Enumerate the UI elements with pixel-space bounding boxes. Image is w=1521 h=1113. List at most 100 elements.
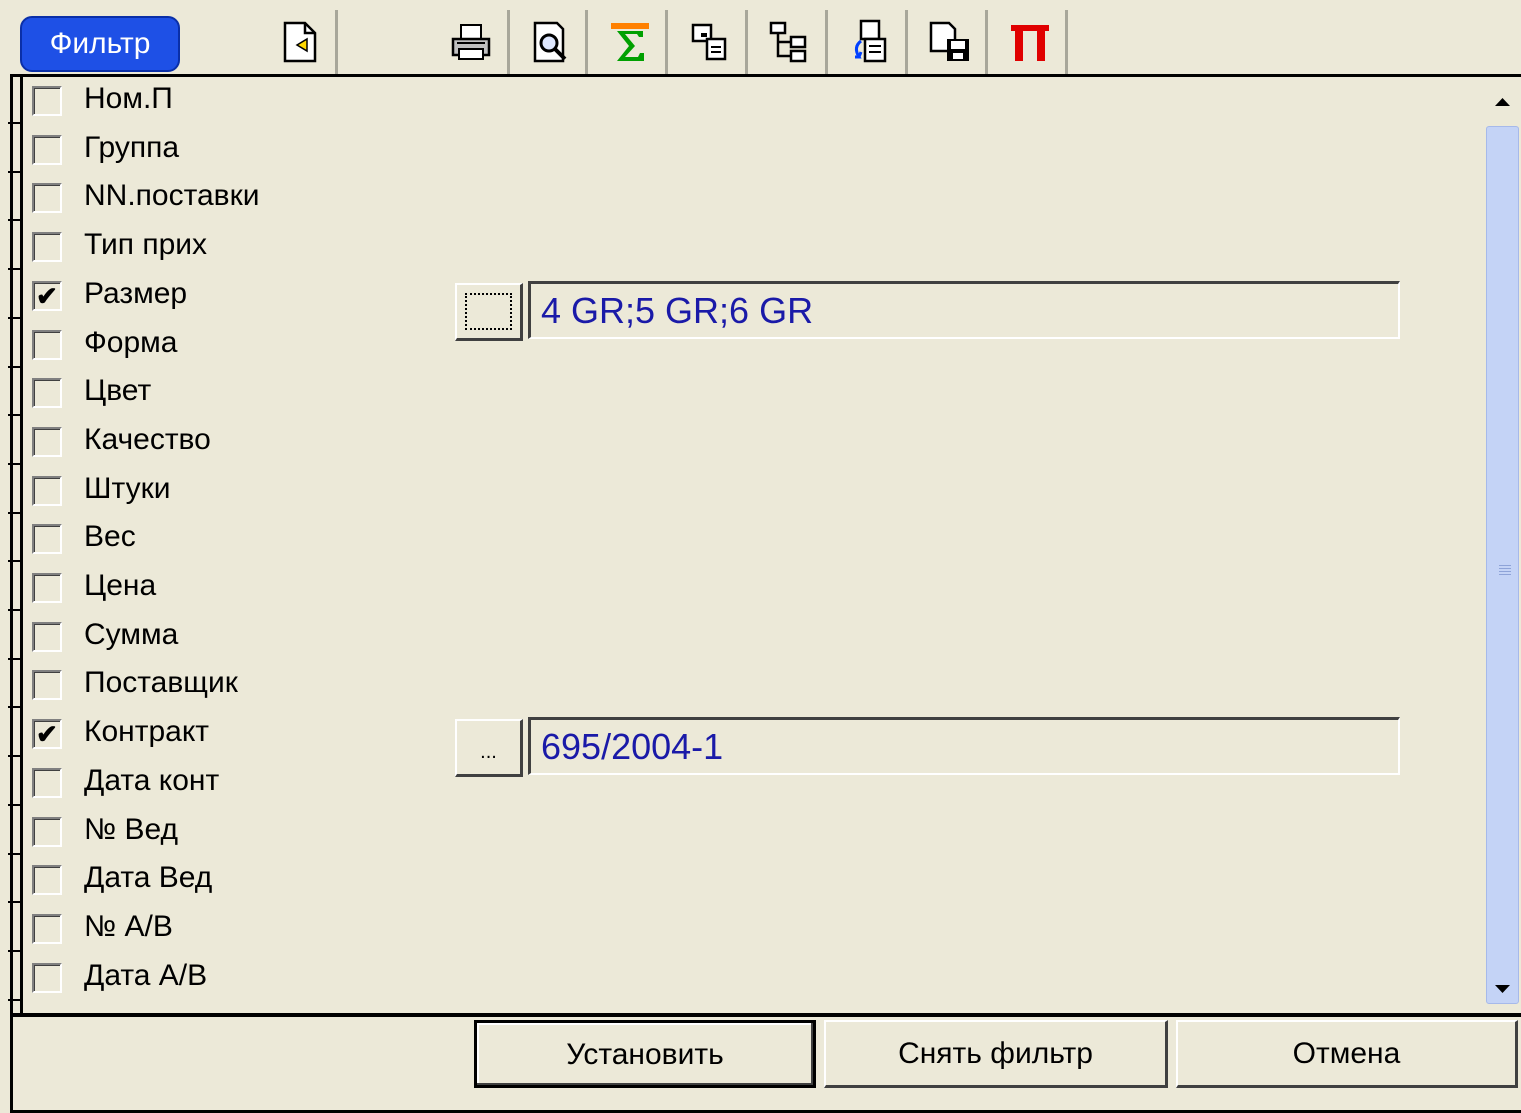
frame-tick — [8, 804, 22, 806]
frame-tick — [8, 366, 22, 368]
frame-tick — [8, 171, 22, 173]
frame-tick — [8, 317, 22, 319]
print-icon — [451, 24, 490, 60]
set-button[interactable]: Установить — [474, 1020, 816, 1088]
field-row[interactable]: Дата Вед — [28, 857, 448, 903]
field-label: Вес — [84, 520, 136, 553]
field-row[interactable]: Поставщик — [28, 662, 448, 708]
filter-button[interactable]: Фильтр — [20, 16, 180, 72]
field-checkbox[interactable] — [32, 183, 62, 213]
vertical-scrollbar[interactable] — [1484, 78, 1521, 1013]
field-row[interactable]: Качество — [28, 419, 448, 465]
tree-icon — [769, 21, 806, 63]
new-document-button[interactable] — [264, 10, 338, 74]
focus-rect — [465, 293, 512, 330]
field-row[interactable]: NN.поставки — [28, 175, 448, 221]
field-row[interactable]: № А/В — [28, 906, 448, 952]
field-label: Группа — [84, 131, 180, 164]
field-row[interactable]: Цвет — [28, 370, 448, 416]
field-checkbox[interactable] — [32, 865, 62, 895]
cancel-button[interactable]: Отмена — [1176, 1020, 1518, 1088]
field-checkbox[interactable] — [32, 427, 62, 457]
field-checkbox[interactable] — [32, 768, 62, 798]
size-value-field[interactable]: 4 GR;5 GR;6 GR — [528, 281, 1400, 339]
frame-tick — [8, 122, 22, 124]
size-ellipsis-button[interactable] — [455, 283, 523, 341]
field-label: Сумма — [84, 618, 179, 651]
field-label: № А/В — [84, 910, 173, 943]
copy-button[interactable] — [674, 10, 748, 74]
frame-tick — [8, 414, 22, 416]
field-checkbox[interactable] — [32, 378, 62, 408]
bottom-divider — [10, 1013, 1521, 1017]
field-row[interactable]: Дата конт — [28, 760, 448, 806]
field-checkbox[interactable] — [32, 670, 62, 700]
field-row[interactable]: Форма — [28, 322, 448, 368]
field-label: Цвет — [84, 374, 152, 407]
frame-left — [10, 76, 13, 1113]
field-checkbox[interactable] — [32, 330, 62, 360]
field-row[interactable]: Тип прих — [28, 224, 448, 270]
field-checkbox[interactable] — [32, 524, 62, 554]
frame-tick — [8, 512, 22, 514]
pi-button[interactable] — [994, 10, 1068, 74]
frame-inner — [20, 76, 23, 1016]
field-label: NN.поставки — [84, 179, 260, 212]
field-checkbox[interactable] — [32, 135, 62, 165]
contract-ellipsis-button[interactable]: ... — [455, 719, 523, 777]
field-row[interactable]: ✔ Контракт — [28, 711, 448, 757]
field-row[interactable]: Цена — [28, 565, 448, 611]
checkmark-icon: ✔ — [36, 719, 58, 749]
frame-tick — [8, 706, 22, 708]
frame-tick — [8, 658, 22, 660]
import-button[interactable] — [834, 10, 908, 74]
tree-button[interactable] — [754, 10, 828, 74]
field-label: Размер — [84, 277, 188, 310]
field-row[interactable]: Дата А/В — [28, 955, 448, 1001]
field-row[interactable]: Сумма — [28, 614, 448, 660]
contract-value-field[interactable]: 695/2004-1 — [528, 717, 1400, 775]
print-preview-button[interactable] — [514, 10, 588, 74]
field-row[interactable]: ✔ Размер — [28, 273, 448, 319]
field-checkbox[interactable] — [32, 963, 62, 993]
field-label: Контракт — [84, 715, 210, 748]
copy-icon — [691, 23, 726, 61]
field-checkbox[interactable]: ✔ — [32, 719, 62, 749]
field-label: Дата конт — [84, 764, 220, 797]
field-checkbox[interactable]: ✔ — [32, 281, 62, 311]
frame-tick — [8, 853, 22, 855]
field-row[interactable]: Штуки — [28, 468, 448, 514]
import-icon — [854, 19, 886, 63]
field-label: Ном.П — [84, 82, 173, 115]
frame-tick — [8, 463, 22, 465]
field-label: № Вед — [84, 813, 179, 846]
field-checkbox[interactable] — [32, 622, 62, 652]
ellipsis-label: ... — [480, 741, 497, 763]
save-icon — [929, 21, 969, 61]
scroll-down-button[interactable] — [1484, 967, 1521, 1013]
field-checkbox[interactable] — [32, 86, 62, 116]
scroll-thumb[interactable] — [1486, 126, 1519, 1004]
save-button[interactable] — [914, 10, 988, 74]
sum-button[interactable] — [594, 10, 668, 74]
field-checkbox[interactable] — [32, 914, 62, 944]
scroll-up-button[interactable] — [1484, 78, 1521, 124]
clear-filter-button[interactable]: Снять фильтр — [824, 1020, 1168, 1088]
field-row[interactable]: Ном.П — [28, 78, 448, 124]
field-label: Дата Вед — [84, 861, 213, 894]
frame-tick — [8, 609, 22, 611]
field-row[interactable]: № Вед — [28, 809, 448, 855]
field-checkbox[interactable] — [32, 573, 62, 603]
frame-tick — [8, 219, 22, 221]
field-checkbox[interactable] — [32, 476, 62, 506]
field-row[interactable]: Группа — [28, 127, 448, 173]
field-label: Качество — [84, 423, 211, 456]
field-row[interactable]: Вес — [28, 516, 448, 562]
field-label: Поставщик — [84, 666, 238, 699]
frame-tick — [8, 268, 22, 270]
field-checkbox[interactable] — [32, 232, 62, 262]
toolbar: Фильтр — [0, 0, 1521, 77]
frame-tick — [8, 950, 22, 952]
field-checkbox[interactable] — [32, 817, 62, 847]
print-button[interactable] — [436, 10, 510, 74]
